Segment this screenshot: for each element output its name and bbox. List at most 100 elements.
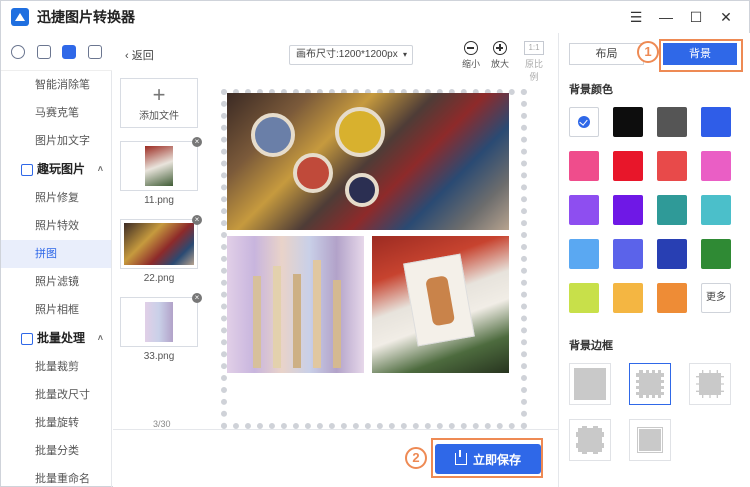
file-name: 22.png: [143, 273, 175, 284]
compress-tool-icon[interactable]: [36, 44, 51, 59]
paint-palette-thumbnail: [124, 223, 194, 265]
color-swatch[interactable]: [701, 151, 731, 181]
remove-file-icon[interactable]: ×: [192, 137, 202, 147]
border-preview: [696, 370, 724, 398]
border-preview: [574, 368, 606, 400]
highlight-save-button: [431, 438, 543, 478]
color-swatch[interactable]: [569, 195, 599, 225]
brush: [273, 266, 281, 368]
color-swatch[interactable]: [613, 195, 643, 225]
collage-photo-giraffe[interactable]: [372, 236, 509, 373]
tab-layout[interactable]: 布局: [569, 43, 644, 65]
add-file-button[interactable]: + 添加文件: [120, 78, 198, 128]
collage-photo-palette[interactable]: [227, 93, 509, 230]
close-icon[interactable]: ✕: [711, 1, 741, 33]
color-swatch[interactable]: [613, 283, 643, 313]
add-file-label: 添加文件: [139, 110, 179, 122]
color-swatch[interactable]: [701, 239, 731, 269]
menu-icon[interactable]: ☰: [621, 1, 651, 33]
sidebar-item-photo-frame[interactable]: 照片相框: [1, 296, 111, 324]
sidebar-item-batch-rotate[interactable]: 批量旋转: [1, 409, 111, 437]
giraffe-card: [403, 253, 475, 347]
file-name: 33.png: [143, 351, 175, 362]
collage-photo-brushes[interactable]: [227, 236, 364, 373]
sidebar-item-batch-rename[interactable]: 批量重命名: [1, 465, 111, 487]
title-bar: 迅捷图片转换器 ☰ — ☐ ✕: [1, 1, 749, 33]
file-name: 11.png: [144, 195, 174, 206]
color-swatch[interactable]: [613, 151, 643, 181]
paint-blob: [335, 107, 385, 157]
remove-file-icon[interactable]: ×: [192, 215, 202, 225]
file-list-panel: ‹ 返回 + 添加文件 × 11.png × 22.png × 33.png 3…: [113, 33, 213, 429]
border-option-wavy[interactable]: [689, 363, 731, 405]
color-swatch[interactable]: [657, 239, 687, 269]
window-controls: ☰ — ☐ ✕: [621, 1, 741, 33]
brush: [333, 280, 341, 368]
color-swatch[interactable]: [701, 107, 731, 137]
paint-blob: [345, 173, 379, 207]
zoom-out-button[interactable]: 缩小: [459, 41, 483, 70]
sidebar-item-batch-classify[interactable]: 批量分类: [1, 437, 111, 465]
color-swatch[interactable]: [569, 283, 599, 313]
canvas-size-select[interactable]: 画布尺寸:1200*1200px ▾: [289, 45, 413, 65]
bg-color-title: 背景颜色: [569, 84, 613, 96]
border-option-plain[interactable]: [569, 363, 611, 405]
chevron-left-icon: ‹: [125, 50, 132, 62]
sidebar-section-fun[interactable]: 趣玩图片 ˄: [1, 155, 111, 184]
sidebar-item-batch-crop[interactable]: 批量裁剪: [1, 353, 111, 381]
settings-panel: 布局 背景 背景颜色 背景边框 更多: [558, 33, 750, 487]
back-button[interactable]: ‹ 返回: [125, 47, 154, 63]
more-colors-button[interactable]: 更多: [701, 283, 731, 313]
paint-blob: [251, 113, 295, 157]
annotation-badge-1: 1: [637, 41, 659, 63]
brush: [313, 260, 321, 368]
color-swatch[interactable]: [613, 239, 643, 269]
file-thumb-33[interactable]: ×: [120, 293, 202, 347]
sidebar-item-mosaic[interactable]: 马赛克笔: [1, 99, 111, 127]
original-ratio-button[interactable]: 1:1 原比例: [521, 41, 547, 83]
color-swatch[interactable]: [569, 151, 599, 181]
highlight-background-tab: [659, 39, 743, 72]
edit-tool-icon[interactable]: [88, 44, 103, 59]
border-option-rough[interactable]: [569, 419, 611, 461]
sidebar-item-photo-filter[interactable]: 照片滤镜: [1, 268, 111, 296]
color-swatch[interactable]: [569, 239, 599, 269]
border-option-torn[interactable]: [629, 419, 671, 461]
ratio-box: 1:1: [524, 41, 544, 55]
file-thumb-11[interactable]: ×: [120, 137, 202, 191]
remove-file-icon[interactable]: ×: [192, 293, 202, 303]
maximize-icon[interactable]: ☐: [681, 1, 711, 33]
color-swatch[interactable]: [657, 283, 687, 313]
canvas-area: 画布尺寸:1200*1200px ▾ 缩小 放大 1:1 原比例: [213, 33, 558, 429]
color-swatch-selected[interactable]: [569, 107, 599, 137]
convert-tool-icon[interactable]: [10, 44, 25, 59]
fun-image-icon: [21, 163, 33, 176]
sidebar-item-add-text[interactable]: 图片加文字: [1, 127, 111, 155]
file-count: 3/30: [153, 419, 171, 429]
sidebar-section-batch[interactable]: 批量处理 ˄: [1, 324, 111, 353]
zoom-out-label: 缩小: [461, 59, 480, 69]
color-swatch[interactable]: [657, 107, 687, 137]
border-preview: [636, 426, 664, 454]
border-option-stamp[interactable]: [629, 363, 671, 405]
sidebar-item-photo-repair[interactable]: 照片修复: [1, 184, 111, 212]
file-thumb-22[interactable]: ×: [120, 215, 202, 269]
minimize-icon[interactable]: —: [651, 1, 681, 33]
color-swatch[interactable]: [701, 195, 731, 225]
sidebar-item-batch-resize[interactable]: 批量改尺寸: [1, 381, 111, 409]
sidebar-item-collage[interactable]: 拼图: [1, 240, 111, 268]
color-swatch[interactable]: [657, 195, 687, 225]
collage-canvas[interactable]: [227, 93, 517, 393]
color-swatch[interactable]: [657, 151, 687, 181]
zoom-in-button[interactable]: 放大: [488, 41, 512, 70]
giraffe-thumbnail: [145, 146, 173, 186]
border-preview: [576, 426, 604, 454]
giraffe-drawing: [425, 275, 456, 327]
color-swatch[interactable]: [613, 107, 643, 137]
sidebar-item-smart-eraser[interactable]: 智能消除笔: [1, 71, 111, 99]
sidebar-section-label: 批量处理: [37, 331, 86, 345]
bg-border-title: 背景边框: [569, 340, 613, 352]
image-tool-icon[interactable]: [62, 44, 77, 59]
tool-icon-strip: [1, 33, 112, 71]
sidebar-item-photo-effects[interactable]: 照片特效: [1, 212, 111, 240]
